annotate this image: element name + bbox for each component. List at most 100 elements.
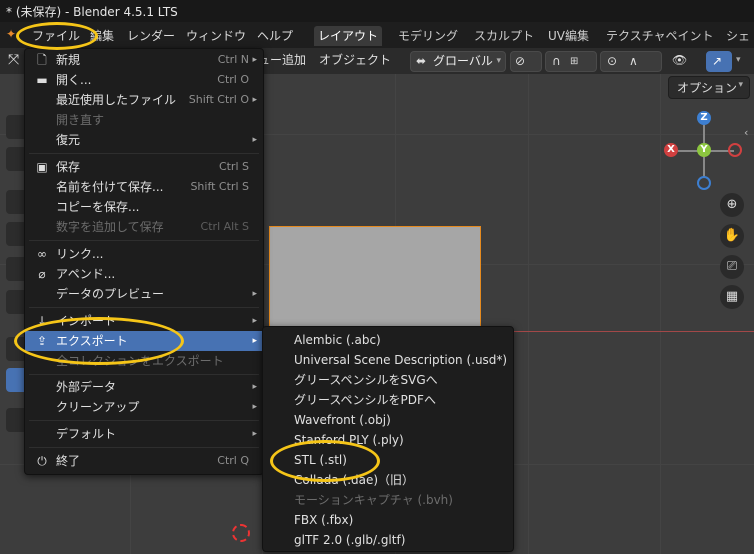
menu-item-label: 復元 xyxy=(56,133,81,147)
menu-item-label: STL (.stl) xyxy=(294,453,347,467)
export-item-fbx[interactable]: FBX (.fbx) xyxy=(263,510,513,530)
blender-logo-icon[interactable]: ✦ xyxy=(6,27,16,41)
new-file-icon: 🗋 xyxy=(37,53,47,67)
menu-item-label: クリーンアップ xyxy=(56,400,140,414)
export-item-alembic[interactable]: Alembic (.abc) xyxy=(263,330,513,350)
pivot-dropdown[interactable]: ⊘ xyxy=(510,51,542,72)
menu-item-save-as[interactable]: 名前を付けて保存... Shift Ctrl S xyxy=(25,177,263,197)
menu-item-label: Stanford PLY (.ply) xyxy=(294,433,404,447)
tab-shading[interactable]: シェ xyxy=(722,26,754,46)
selected-cube[interactable] xyxy=(269,226,481,330)
menu-item-quit[interactable]: ⏻ 終了 Ctrl Q xyxy=(25,451,263,471)
menu-item-label: Wavefront (.obj) xyxy=(294,413,391,427)
menu-item-save-incremental: 数字を追加して保存 Ctrl Alt S xyxy=(25,217,263,237)
menu-item-label: コピーを保存... xyxy=(56,200,140,214)
power-icon: ⏻ xyxy=(37,454,47,468)
tab-uv-editing[interactable]: UV編集 xyxy=(544,26,593,46)
export-item-ply[interactable]: Stanford PLY (.ply) xyxy=(263,430,513,450)
menu-item-revert: 開き直す xyxy=(25,110,263,130)
menu-file[interactable]: ファイル xyxy=(32,27,80,44)
link-icon: ∞ xyxy=(37,247,47,261)
menu-item-label: 外部データ xyxy=(56,380,117,394)
chevron-right-icon: ▸ xyxy=(252,55,257,65)
menu-item-append[interactable]: ⌀ アペンド... xyxy=(25,264,263,284)
export-item-gltf[interactable]: glTF 2.0 (.glb/.gltf) xyxy=(263,530,513,550)
menu-item-recover[interactable]: 復元 ▸ xyxy=(25,130,263,150)
export-item-obj[interactable]: Wavefront (.obj) xyxy=(263,410,513,430)
menu-item-save-copy[interactable]: コピーを保存... xyxy=(25,197,263,217)
gizmo-x-axis[interactable]: X xyxy=(664,143,678,157)
menu-item-label: アペンド... xyxy=(56,267,116,281)
menu-item-shortcut: Shift Ctrl S xyxy=(190,180,249,193)
menu-item-link[interactable]: ∞ リンク... xyxy=(25,244,263,264)
proportional-edit-toggle[interactable]: ⊙ ∧ xyxy=(600,51,662,72)
grid-icon[interactable]: ▦ xyxy=(720,285,744,309)
menu-item-shortcut: Ctrl N xyxy=(217,53,249,66)
tab-sculpt[interactable]: スカルプト xyxy=(470,26,538,46)
menu-item-import[interactable]: ↓ インポート ▸ xyxy=(25,311,263,331)
orientation-icon: ⬌ xyxy=(416,54,427,68)
chevron-right-icon: ▸ xyxy=(252,382,257,392)
menu-render[interactable]: レンダー xyxy=(127,27,175,44)
chevron-right-icon: ▸ xyxy=(252,289,257,299)
grid-line xyxy=(660,74,661,554)
orientation-dropdown[interactable]: ⬌ グローバル ▾ xyxy=(410,51,506,72)
camera-icon[interactable]: ⎚ xyxy=(720,255,744,279)
tab-modeling[interactable]: モデリング xyxy=(394,26,462,46)
menu-item-external-data[interactable]: 外部データ ▸ xyxy=(25,377,263,397)
save-icon: ▣ xyxy=(36,160,48,174)
menu-help[interactable]: ヘルプ xyxy=(257,27,293,44)
export-item-stl[interactable]: STL (.stl) xyxy=(263,450,513,470)
tab-texture-paint[interactable]: テクスチャペイント xyxy=(602,26,718,46)
gizmo-dropdown-icon[interactable]: ▾ xyxy=(736,51,741,70)
menu-item-export[interactable]: ⇪ エクスポート ▸ xyxy=(25,331,263,351)
folder-icon: ▬ xyxy=(36,73,48,87)
pan-hand-icon[interactable]: ✋ xyxy=(720,224,744,248)
transform-icon[interactable]: ⤧ xyxy=(8,51,19,70)
menu-item-label: 開く... xyxy=(56,73,92,87)
export-item-collada[interactable]: Collada (.dae)（旧） xyxy=(263,470,513,490)
visibility-icon[interactable]: 👁 xyxy=(672,51,687,70)
options-dropdown[interactable]: オプション ▾ xyxy=(668,76,750,99)
chevron-down-icon: ▾ xyxy=(496,56,501,66)
menu-window[interactable]: ウィンドウ xyxy=(186,27,246,44)
options-label: オプション xyxy=(677,81,738,95)
menu-item-save[interactable]: ▣ 保存 Ctrl S xyxy=(25,157,263,177)
menu-divider xyxy=(29,153,259,154)
menu-item-label: FBX (.fbx) xyxy=(294,513,354,527)
tab-layout[interactable]: レイアウト xyxy=(314,26,383,46)
gizmo-neg-x-axis[interactable] xyxy=(728,143,742,157)
pivot-icon: ⊘ xyxy=(515,54,526,68)
menu-item-label: Universal Scene Description (.usd*) xyxy=(294,353,508,367)
menu-item-label: インポート xyxy=(56,314,117,328)
zoom-icon[interactable]: ⊕ xyxy=(720,193,744,217)
menu-item-open-recent[interactable]: 最近使用したファイル Shift Ctrl O ▸ xyxy=(25,90,263,110)
chevron-right-icon: ▸ xyxy=(252,336,257,346)
menu-item-label: モーションキャプチャ (.bvh) xyxy=(294,493,453,507)
3d-cursor-icon[interactable] xyxy=(232,524,250,542)
menu-item-open[interactable]: ▬ 開く... Ctrl O xyxy=(25,70,263,90)
menu-item-data-previews[interactable]: データのプレビュー ▸ xyxy=(25,284,263,304)
gizmo-toggle[interactable]: ↗ xyxy=(706,51,732,72)
snap-toggle[interactable]: ∩ ⊞ xyxy=(545,51,597,72)
gizmo-neg-z-axis[interactable] xyxy=(697,176,711,190)
falloff-icon: ∧ xyxy=(629,54,638,68)
sidebar-toggle-icon[interactable]: ‹ xyxy=(744,126,748,139)
menu-item-shortcut: Shift Ctrl O xyxy=(188,93,249,106)
menu-item-defaults[interactable]: デフォルト ▸ xyxy=(25,424,263,444)
menu-item-label: 名前を付けて保存... xyxy=(56,180,164,194)
export-item-gp-svg[interactable]: グリースペンシルをSVGへ xyxy=(263,370,513,390)
gizmo-y-axis[interactable]: Y xyxy=(697,143,711,157)
export-item-gp-pdf[interactable]: グリースペンシルをPDFへ xyxy=(263,390,513,410)
header-menu-object[interactable]: オブジェクト xyxy=(319,51,391,70)
menu-divider xyxy=(29,307,259,308)
menu-item-label: グリースペンシルをSVGへ xyxy=(294,373,438,387)
menu-item-clean-up[interactable]: クリーンアップ ▸ xyxy=(25,397,263,417)
menu-edit[interactable]: 編集 xyxy=(90,27,114,44)
window-title: * (未保存) - Blender 4.5.1 LTS xyxy=(6,5,178,19)
grid-line xyxy=(528,74,529,554)
menu-item-new[interactable]: 🗋 新規 Ctrl N ▸ xyxy=(25,50,263,70)
header-menu-add[interactable]: 追加 xyxy=(282,51,306,70)
gizmo-z-axis[interactable]: Z xyxy=(697,111,711,125)
export-item-usd[interactable]: Universal Scene Description (.usd*) xyxy=(263,350,513,370)
